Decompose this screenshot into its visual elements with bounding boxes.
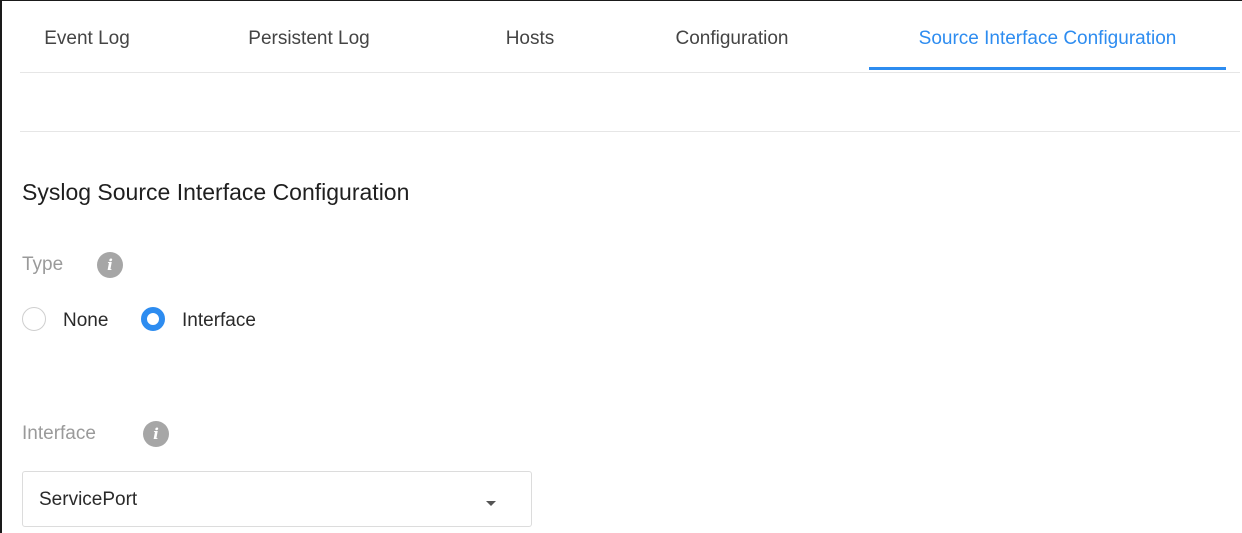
tab-configuration[interactable]: Configuration [642,0,822,72]
caret-down-icon [486,501,496,506]
tab-bar: Event Log Persistent Log Hosts Configura… [20,0,1240,73]
tab-source-interface-configuration[interactable]: Source Interface Configuration [869,0,1226,72]
interface-label: Interface [22,423,96,444]
radio-none[interactable] [22,307,46,331]
section-title: Syslog Source Interface Configuration [22,179,410,205]
tab-event-log[interactable]: Event Log [20,0,154,72]
tab-persistent-log[interactable]: Persistent Log [212,0,406,72]
type-label: Type [22,254,64,275]
interface-select[interactable]: ServicePort [22,471,532,527]
interface-select-value: ServicePort [39,489,138,510]
interface-info-icon[interactable]: i [143,421,169,447]
tab-hosts[interactable]: Hosts [470,0,590,72]
radio-none-label[interactable]: None [63,310,108,332]
radio-interface-label[interactable]: Interface [182,310,256,332]
type-info-icon[interactable]: i [97,252,123,278]
divider [20,131,1240,132]
active-tab-indicator [869,67,1226,70]
radio-interface[interactable] [141,307,165,331]
window-frame [0,0,1242,533]
